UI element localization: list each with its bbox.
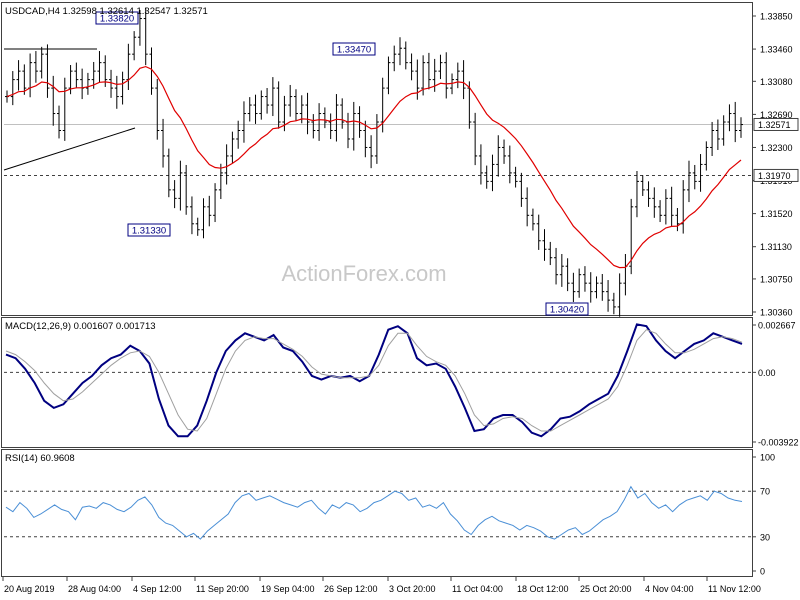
- price-annotation: 1.33470: [332, 42, 376, 56]
- price-value-label: 1.31970: [758, 171, 791, 181]
- price-y-tick-label: 1.30750: [760, 274, 793, 284]
- price-value-label: 1.32571: [758, 120, 791, 130]
- x-axis: 20 Aug 2019 28 Aug 04:00 4 Sep 12:00 11 Sep…: [2, 577, 761, 594]
- macd-y-axis: 0.002667 0.00 -0.003922: [752, 321, 799, 448]
- chart-canvas: ActionForex.com 1.338201.313301.334701.3…: [1, 2, 799, 594]
- price-y-tick-label: 1.31130: [760, 242, 792, 252]
- price-y-tick-label: 1.31520: [760, 209, 793, 219]
- x-tick-label: 11 Oct 04:00: [452, 584, 503, 594]
- x-tick-label: 11 Sep 20:00: [196, 584, 249, 594]
- watermark: ActionForex.com: [281, 261, 446, 286]
- panel-frames: [1, 2, 753, 577]
- trendline-rising: [3, 127, 136, 171]
- x-tick-label: 18 Oct 12:00: [517, 584, 569, 594]
- rsi-panel-frame: [1, 449, 753, 577]
- macd-line: [5, 323, 743, 438]
- price-y-tick-label: 1.33460: [760, 45, 793, 55]
- price-y-tick-label: 1.30360: [760, 308, 793, 318]
- price-y-tick-label: 1.32300: [760, 143, 793, 153]
- rsi-y-tick-label: 70: [760, 487, 770, 497]
- price-annotation-label: 1.33470: [337, 45, 371, 56]
- macd-panel-title: MACD(12,26,9) 0.001607 0.001713: [5, 321, 156, 332]
- macd-y-tick-label: 0.002667: [758, 321, 796, 331]
- macd-layer: [4, 323, 752, 438]
- x-tick-label: 4 Sep 12:00: [133, 584, 182, 594]
- rsi-y-axis: 100 70 30 0: [752, 453, 775, 577]
- price-y-axis: 1.338501.334601.330801.326901.323001.319…: [752, 12, 799, 318]
- price-annotation: 1.31330: [127, 223, 171, 237]
- macd-y-tick-label: -0.003922: [758, 438, 799, 448]
- x-tick-label: 28 Aug 04:00: [68, 584, 121, 594]
- x-tick-label: 3 Oct 20:00: [389, 584, 436, 594]
- macd-signal-line: [5, 329, 743, 432]
- rsi-y-tick-label: 30: [760, 532, 770, 542]
- macd-y-tick-label: 0.00: [758, 368, 776, 378]
- price-panel-title: USDCAD,H4 1.32598 1.32614 1.32547 1.3257…: [5, 6, 208, 17]
- rsi-layer: [4, 485, 752, 540]
- x-tick-label: 25 Oct 20:00: [580, 584, 632, 594]
- x-tick-label: 26 Sep 12:00: [324, 584, 378, 594]
- price-y-tick-label: 1.33080: [760, 77, 793, 87]
- x-tick-label: 19 Sep 04:00: [261, 584, 315, 594]
- price-annotation: 1.30420: [545, 302, 589, 316]
- x-tick-label: 20 Aug 2019: [4, 584, 55, 594]
- price-annotation-label: 1.31330: [132, 226, 166, 237]
- rsi-y-tick-label: 0: [760, 567, 765, 577]
- price-y-tick-label: 1.33850: [760, 12, 793, 22]
- rsi-line: [5, 485, 743, 540]
- rsi-y-tick-label: 100: [760, 453, 775, 463]
- rsi-panel-title: RSI(14) 60.9608: [5, 453, 75, 464]
- x-tick-label: 11 Nov 12:00: [708, 584, 761, 594]
- price-annotation-label: 1.30420: [550, 305, 584, 316]
- x-tick-label: 4 Nov 04:00: [645, 584, 694, 594]
